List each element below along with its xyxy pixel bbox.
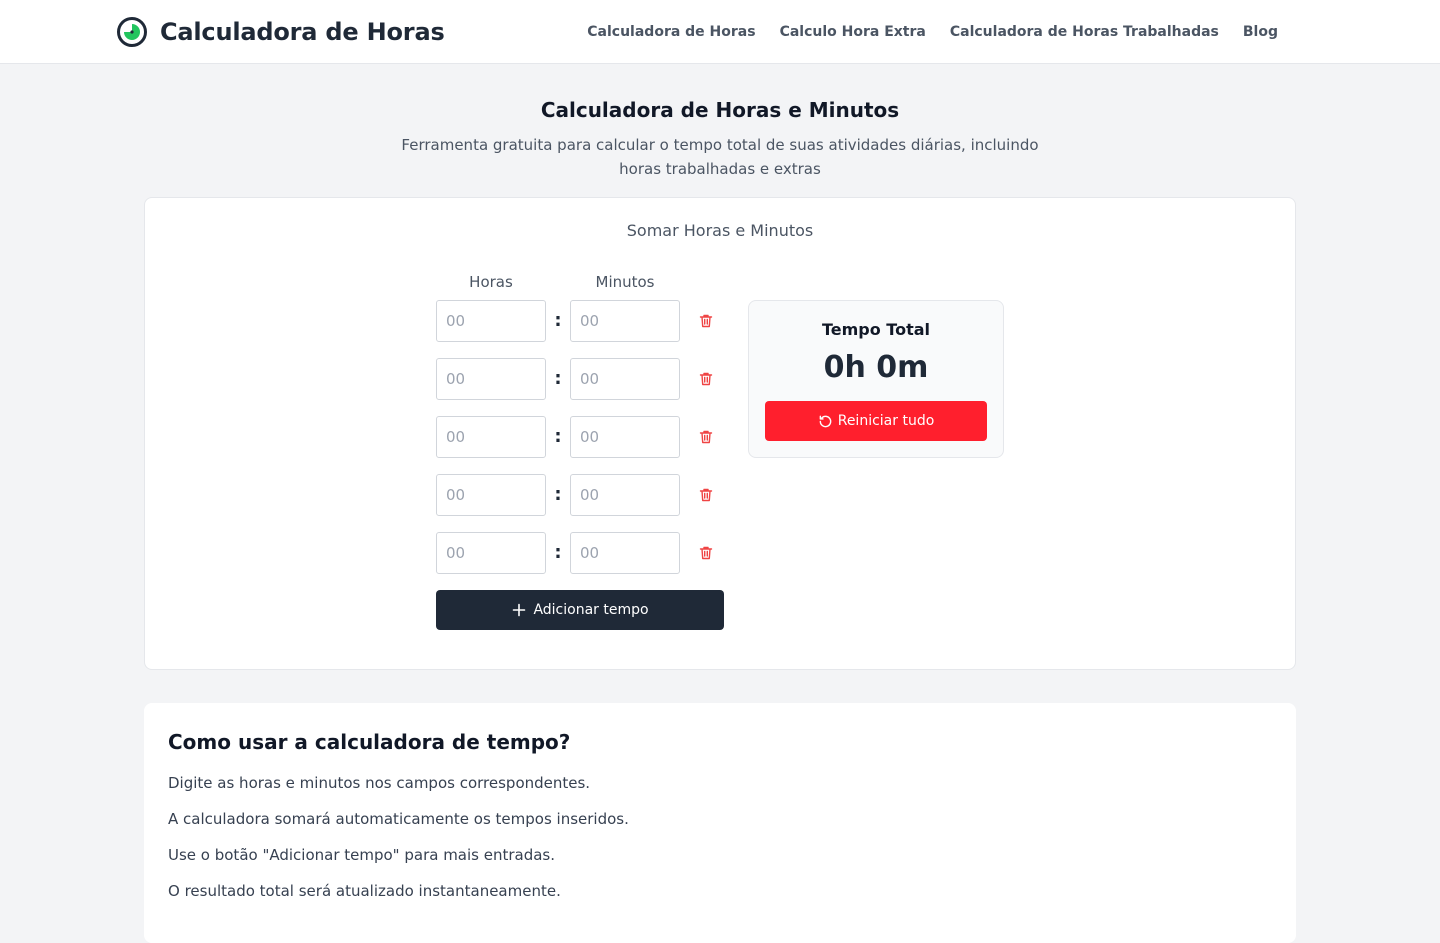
list-item: Use o botão "Adicionar tempo" para mais … <box>168 846 556 864</box>
reset-all-button[interactable]: Reiniciar tudo <box>765 401 987 441</box>
minutes-column-label: Minutos <box>595 273 655 291</box>
howto-title: Como usar a calculadora de tempo? <box>168 730 571 754</box>
minutes-input[interactable] <box>570 474 680 516</box>
hours-input[interactable] <box>436 532 546 574</box>
page-title: Calculadora de Horas e Minutos <box>540 98 900 122</box>
list-item: O resultado total será atualizado instan… <box>168 882 561 900</box>
minutes-input[interactable] <box>570 300 680 342</box>
trash-icon[interactable] <box>698 313 714 329</box>
total-value: 0h 0m <box>823 350 929 385</box>
hours-input[interactable] <box>436 416 546 458</box>
trash-icon[interactable] <box>698 371 714 387</box>
reset-all-label: Reiniciar tudo <box>837 413 935 429</box>
hours-column-label: Horas <box>469 273 513 291</box>
total-panel: Tempo Total 0h 0m Reiniciar tudo <box>748 300 1004 458</box>
time-entry-row: : <box>436 416 726 458</box>
trash-icon[interactable] <box>698 487 714 503</box>
howto-card: Como usar a calculadora de tempo? Digite… <box>144 703 1296 943</box>
add-time-button[interactable]: Adicionar tempo <box>436 590 724 630</box>
brand-title: Calculadora de Horas <box>160 18 445 46</box>
page-subtitle: Ferramenta gratuita para calcular o temp… <box>401 136 1039 178</box>
time-entry-row: : <box>436 300 726 342</box>
plus-icon <box>513 603 526 617</box>
howto-list: Digite as horas e minutos nos campos cor… <box>168 773 629 917</box>
list-item: Digite as horas e minutos nos campos cor… <box>168 774 591 792</box>
time-entry-row: : <box>436 532 726 574</box>
rotate-ccw-icon <box>819 415 832 427</box>
trash-icon[interactable] <box>698 429 714 445</box>
calculator-card: Somar Horas e Minutos Horas Minutos : : … <box>144 197 1296 670</box>
main-nav: Calculadora de Horas Calculo Hora Extra … <box>587 22 1278 42</box>
clock-pie-icon <box>117 17 147 47</box>
minutes-input[interactable] <box>570 532 680 574</box>
calculator-title: Somar Horas e Minutos <box>626 221 814 240</box>
time-separator: : <box>554 484 562 505</box>
brand[interactable]: Calculadora de Horas <box>116 16 445 48</box>
time-entry-row: : <box>436 474 726 516</box>
add-time-label: Adicionar tempo <box>533 602 649 618</box>
total-label: Tempo Total <box>821 320 931 339</box>
list-item: A calculadora somará automaticamente os … <box>168 810 629 828</box>
nav-calculo-hora-extra[interactable]: Calculo Hora Extra <box>780 22 926 42</box>
time-separator: : <box>554 310 562 331</box>
time-separator: : <box>554 542 562 563</box>
trash-icon[interactable] <box>698 545 714 561</box>
minutes-input[interactable] <box>570 416 680 458</box>
time-separator: : <box>554 368 562 389</box>
time-entry-row: : <box>436 358 726 400</box>
hours-input[interactable] <box>436 474 546 516</box>
site-header: Calculadora de Horas Calculadora de Hora… <box>0 0 1440 64</box>
time-separator: : <box>554 426 562 447</box>
nav-calculadora-horas[interactable]: Calculadora de Horas <box>587 22 755 42</box>
hours-input[interactable] <box>436 358 546 400</box>
nav-blog[interactable]: Blog <box>1243 22 1278 42</box>
nav-horas-trabalhadas[interactable]: Calculadora de Horas Trabalhadas <box>950 22 1219 42</box>
minutes-input[interactable] <box>570 358 680 400</box>
hours-input[interactable] <box>436 300 546 342</box>
